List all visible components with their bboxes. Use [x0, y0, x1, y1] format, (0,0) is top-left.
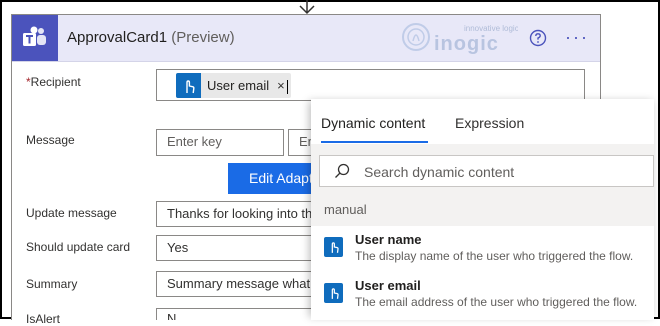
question-circle-icon[interactable]: [529, 29, 547, 47]
dynamic-content-panel: Dynamic content Expression Search dynami…: [311, 99, 654, 320]
user-email-token[interactable]: User email ×: [176, 73, 291, 98]
card-title: ApprovalCard1 (Preview): [67, 29, 235, 46]
should-update-card-select[interactable]: Yes: [156, 235, 326, 261]
summary-label: Summary: [26, 277, 78, 291]
summary-input[interactable]: Summary message what do: [156, 271, 326, 297]
is-alert-select[interactable]: N: [156, 308, 326, 320]
search-placeholder: Search dynamic content: [364, 164, 515, 180]
inogic-watermark-logo: innovative logic inogic: [402, 23, 518, 55]
ellipsis-icon[interactable]: ···: [565, 27, 589, 48]
dynamic-item-user-name[interactable]: User name The display name of the user w…: [311, 226, 654, 274]
update-message-label: Update message: [26, 206, 117, 220]
manual-trigger-icon: [324, 237, 343, 257]
dynamic-item-name: User email: [355, 278, 421, 293]
recipient-label-text: Recipient: [30, 75, 81, 89]
message-label: Message: [26, 133, 75, 147]
text-cursor: [287, 80, 288, 94]
tab-dynamic-content[interactable]: Dynamic content: [321, 115, 425, 131]
is-alert-label: IsAlert: [26, 312, 61, 326]
dynamic-item-description: The display name of the user who trigger…: [355, 249, 634, 263]
manual-trigger-icon: [324, 283, 343, 303]
svg-text:inogic: inogic: [434, 33, 499, 55]
token-remove-icon[interactable]: ×: [277, 74, 285, 98]
section-header-manual: manual: [324, 202, 367, 217]
active-tab-indicator: [321, 141, 428, 143]
manual-trigger-icon: [176, 73, 201, 98]
card-preview-tag: (Preview): [171, 29, 235, 46]
search-dynamic-content-input[interactable]: Search dynamic content: [319, 155, 654, 187]
dynamic-item-description: The email address of the user who trigge…: [355, 295, 638, 309]
token-label: User email: [207, 77, 270, 93]
tab-expression[interactable]: Expression: [455, 115, 524, 131]
recipient-field[interactable]: User email ×: [156, 69, 585, 101]
card-title-text: ApprovalCard1: [67, 29, 168, 46]
dynamic-item-user-email[interactable]: User email The email address of the user…: [311, 272, 654, 320]
should-update-card-label: Should update card: [26, 240, 131, 254]
message-key-placeholder: Enter key: [167, 134, 222, 149]
dynamic-item-name: User name: [355, 232, 422, 247]
svg-text:innovative logic: innovative logic: [464, 24, 518, 33]
update-message-input[interactable]: Thanks for looking into this: [156, 201, 326, 227]
recipient-label: *Recipient: [26, 75, 81, 89]
search-icon: [335, 163, 350, 178]
teams-icon: [12, 15, 58, 61]
message-key-input[interactable]: Enter key: [156, 129, 284, 156]
card-header[interactable]: ApprovalCard1 (Preview) innovative logic…: [12, 15, 600, 62]
